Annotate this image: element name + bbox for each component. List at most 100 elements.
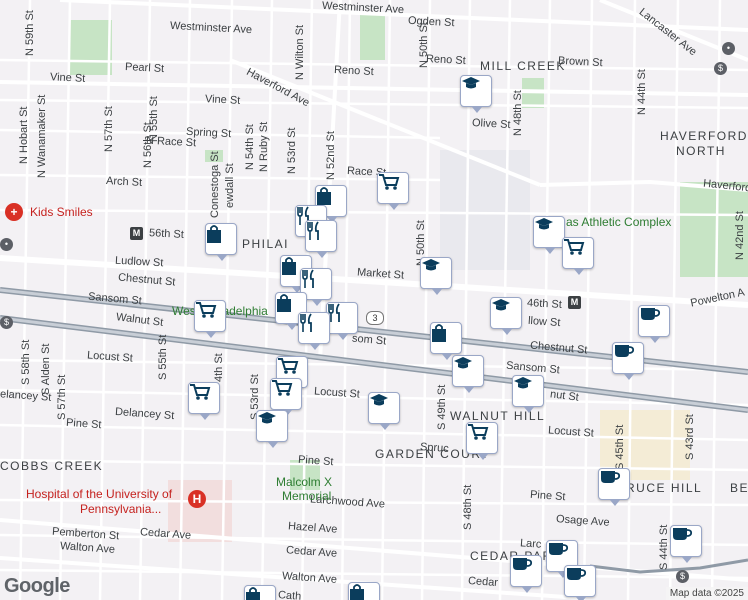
school-icon bbox=[535, 218, 553, 230]
place-badge[interactable]: • bbox=[0, 238, 13, 251]
grocery-cart-icon bbox=[468, 424, 489, 440]
place-badge[interactable]: $ bbox=[714, 62, 727, 75]
street-label: Pine St bbox=[529, 488, 566, 504]
school-pin[interactable] bbox=[420, 257, 452, 295]
shopping-bag-icon bbox=[282, 257, 296, 275]
school-pin[interactable] bbox=[490, 297, 522, 335]
street-label: Cedar bbox=[467, 574, 499, 590]
street-label: Pine St bbox=[65, 416, 102, 432]
shopping-bag-icon bbox=[277, 294, 291, 312]
neighborhood-label: BE bbox=[730, 481, 748, 495]
coffee-pin[interactable] bbox=[612, 342, 644, 380]
restaurant-icon bbox=[302, 269, 314, 288]
restaurant-pin[interactable] bbox=[305, 220, 337, 258]
coffee-icon bbox=[601, 471, 621, 483]
shopping-bag-icon bbox=[246, 587, 260, 600]
school-pin[interactable] bbox=[533, 216, 565, 254]
school-pin[interactable] bbox=[368, 392, 400, 430]
shopping-pin[interactable] bbox=[205, 223, 237, 261]
route-shield: 3 bbox=[366, 311, 384, 325]
grocery-cart-icon bbox=[564, 239, 585, 255]
metro-icon[interactable]: M bbox=[568, 296, 581, 309]
coffee-icon bbox=[513, 558, 533, 570]
school-pin[interactable] bbox=[452, 355, 484, 393]
park-area bbox=[360, 15, 385, 60]
street-label: S Alden St bbox=[40, 343, 52, 395]
street-label: llow St bbox=[527, 314, 561, 330]
restaurant-icon bbox=[307, 221, 319, 240]
restaurant-pin[interactable] bbox=[326, 302, 358, 340]
street-label: N 55th St bbox=[148, 96, 160, 142]
school-pin[interactable] bbox=[512, 375, 544, 413]
poi-label[interactable]: Memorial bbox=[282, 490, 331, 502]
poi-label[interactable]: Kids Smiles bbox=[30, 206, 93, 218]
street-label: 46th St bbox=[526, 297, 563, 311]
poi-label[interactable]: Malcolm X bbox=[276, 476, 332, 488]
school-pin[interactable] bbox=[460, 75, 492, 113]
street-label: N 54th St bbox=[244, 124, 256, 170]
coffee-pin[interactable] bbox=[598, 468, 630, 506]
grocery-pin[interactable] bbox=[377, 172, 409, 210]
street-label: 4th St bbox=[213, 353, 225, 382]
shopping-bag-icon bbox=[350, 584, 364, 600]
street-label: N Wanamaker St bbox=[36, 94, 48, 178]
shopping-pin[interactable] bbox=[348, 582, 380, 600]
map-canvas[interactable]: Westminster Ave Westminster Ave Ogden St… bbox=[0, 0, 748, 600]
grocery-pin[interactable] bbox=[188, 382, 220, 420]
coffee-icon bbox=[615, 345, 635, 357]
street-label: N 50th St bbox=[418, 22, 430, 68]
grocery-pin[interactable] bbox=[194, 300, 226, 338]
street-label: N 57th St bbox=[103, 106, 115, 152]
neighborhood-label: MILL CREEK bbox=[480, 59, 566, 73]
shopping-pin[interactable] bbox=[244, 585, 276, 600]
street-label: S 44th St bbox=[658, 524, 670, 570]
street-label: Reno St bbox=[333, 63, 375, 79]
grocery-pin[interactable] bbox=[466, 422, 498, 460]
school-pin[interactable] bbox=[256, 410, 288, 448]
place-badge[interactable]: • bbox=[722, 42, 735, 55]
street-label: ewdall St bbox=[224, 163, 236, 208]
school-icon bbox=[370, 394, 388, 406]
coffee-pin[interactable] bbox=[564, 565, 596, 600]
coffee-pin[interactable] bbox=[638, 305, 670, 343]
poi-label[interactable]: Pennsylvania... bbox=[80, 503, 161, 515]
poi-label[interactable]: Hospital of the University of bbox=[26, 488, 172, 500]
street-label: N 42nd St bbox=[734, 211, 746, 260]
map-attribution[interactable]: Map data ©2025 bbox=[665, 587, 748, 600]
street-label: S 45th St bbox=[614, 424, 626, 470]
shopping-bag-icon bbox=[207, 225, 221, 243]
school-icon bbox=[462, 77, 480, 89]
hospital-icon[interactable]: H bbox=[188, 490, 206, 508]
grocery-cart-icon bbox=[278, 358, 299, 374]
google-logo[interactable]: Google bbox=[4, 575, 70, 598]
street-label: Ogden St bbox=[407, 14, 455, 30]
shopping-bag-icon bbox=[432, 324, 446, 342]
street-label: Arch St bbox=[105, 175, 143, 189]
coffee-icon bbox=[641, 308, 661, 320]
coffee-pin[interactable] bbox=[510, 555, 542, 593]
grocery-pin[interactable] bbox=[562, 237, 594, 275]
street-label: N 52nd St bbox=[325, 131, 337, 180]
hospital-icon[interactable]: + bbox=[5, 203, 23, 221]
street-label: Pine St bbox=[297, 453, 334, 469]
place-badge[interactable]: $ bbox=[0, 316, 13, 329]
metro-icon[interactable]: M bbox=[130, 227, 143, 240]
street-label: Cath bbox=[277, 589, 302, 600]
coffee-pin[interactable] bbox=[670, 525, 702, 563]
park-area bbox=[70, 20, 112, 75]
grocery-pin[interactable] bbox=[270, 378, 302, 416]
street-label: N Wilton St bbox=[294, 24, 306, 80]
street-label: N 44th St bbox=[636, 69, 648, 115]
school-icon bbox=[258, 412, 276, 424]
neighborhood-label: HAVERFORD bbox=[660, 129, 748, 143]
grocery-cart-icon bbox=[190, 384, 211, 400]
school-icon bbox=[454, 357, 472, 369]
street-label: S 55th St bbox=[157, 334, 169, 380]
restaurant-pin[interactable] bbox=[298, 312, 330, 350]
neighborhood-label: PHILAI bbox=[242, 237, 290, 251]
place-badge[interactable]: $ bbox=[676, 570, 689, 583]
poi-label[interactable]: as Athletic Complex bbox=[566, 216, 671, 228]
industrial-area bbox=[440, 150, 530, 270]
shopping-pin[interactable] bbox=[430, 322, 462, 360]
grocery-cart-icon bbox=[272, 380, 293, 396]
